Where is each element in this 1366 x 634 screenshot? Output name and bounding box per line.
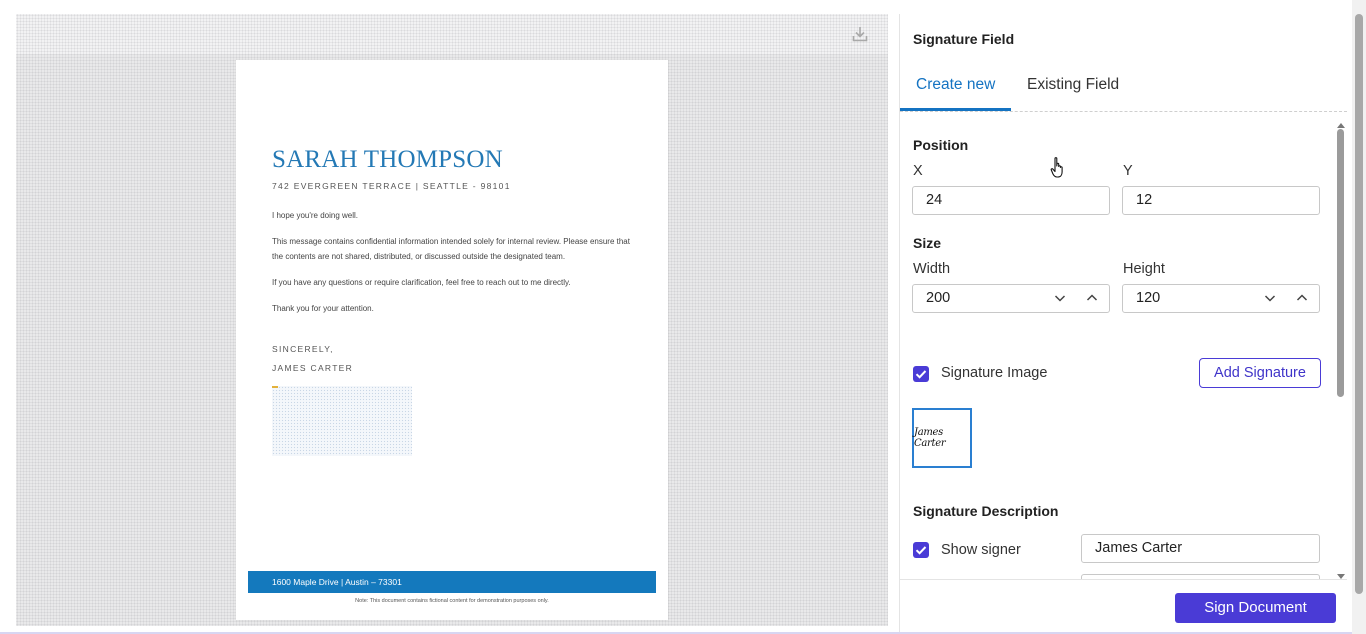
width-stepper: 200 <box>912 284 1110 313</box>
signer-name-input[interactable]: James Carter <box>1081 534 1320 563</box>
panel-scrollbar[interactable] <box>1334 114 1348 580</box>
show-signer-checkbox[interactable] <box>913 542 929 558</box>
document-paragraph: I hope you're doing well. <box>272 211 359 220</box>
position-section-label: Position <box>913 137 969 153</box>
size-section-label: Size <box>913 235 942 251</box>
document-paragraph: Thank you for your attention. <box>272 304 374 313</box>
height-stepper: 120 <box>1122 284 1320 313</box>
panel-title: Signature Field <box>913 31 1015 47</box>
document-signer-name: JAMES CARTER <box>272 363 354 373</box>
height-decrement-chevron-down-icon[interactable] <box>1263 291 1277 305</box>
height-increment-chevron-up-icon[interactable] <box>1295 291 1309 305</box>
width-label: Width <box>913 261 951 277</box>
panel-scroll-area: Position X 24 Y 12 Size Width 200 Height… <box>900 113 1347 579</box>
scroll-up-arrow-icon[interactable] <box>1336 116 1346 128</box>
width-increment-chevron-up-icon[interactable] <box>1085 291 1099 305</box>
document-closing: SINCERELY, <box>272 344 334 354</box>
page-scroll-thumb[interactable] <box>1355 14 1363 594</box>
add-signature-button[interactable]: Add Signature <box>1199 358 1321 388</box>
tab-existing-field[interactable]: Existing Field <box>1027 76 1119 112</box>
viewer-toolbar <box>16 14 888 54</box>
document-address: 742 EVERGREEN TERRACE | SEATTLE - 98101 <box>272 181 511 191</box>
panel-footer: Sign Document <box>900 579 1347 634</box>
tab-bar: Create new Existing Field <box>900 66 1347 178</box>
download-icon[interactable] <box>850 24 870 44</box>
signature-thumbnail-text: James Carter <box>914 427 946 449</box>
signature-image-label: Signature Image <box>941 365 1048 381</box>
y-label: Y <box>1123 163 1133 179</box>
signature-image-checkbox[interactable] <box>913 366 929 382</box>
height-label: Height <box>1123 261 1165 277</box>
active-tab-indicator <box>900 108 1011 111</box>
tab-create-new[interactable]: Create new <box>916 76 995 112</box>
checkmark-icon <box>915 546 927 555</box>
document-footer-bar: 1600 Maple Drive | Austin – 73301 <box>248 571 656 593</box>
width-decrement-chevron-down-icon[interactable] <box>1053 291 1067 305</box>
checkmark-icon <box>915 370 927 379</box>
page-scrollbar[interactable] <box>1352 0 1366 634</box>
x-label: X <box>913 163 923 179</box>
signature-field-marker <box>272 386 278 388</box>
signature-field-placeholder[interactable] <box>272 386 412 456</box>
width-input[interactable]: 200 <box>912 284 1110 313</box>
x-input[interactable]: 24 <box>912 186 1110 215</box>
document-page: SARAH THOMPSON 742 EVERGREEN TERRACE | S… <box>236 60 668 620</box>
scroll-down-arrow-icon[interactable] <box>1336 568 1346 579</box>
document-viewer: SARAH THOMPSON 742 EVERGREEN TERRACE | S… <box>16 14 888 626</box>
height-input[interactable]: 120 <box>1122 284 1320 313</box>
signature-description-label: Signature Description <box>913 503 1059 519</box>
sign-document-button[interactable]: Sign Document <box>1175 593 1336 623</box>
show-signer-label: Show signer <box>941 542 1021 558</box>
document-paragraph: This message contains confidential infor… <box>272 237 630 261</box>
document-footer-note: Note: This document contains fictional c… <box>355 598 549 604</box>
y-input[interactable]: 12 <box>1122 186 1320 215</box>
signature-field-panel: Signature Field Create new Existing Fiel… <box>899 14 1350 634</box>
document-paragraph: If you have any questions or require cla… <box>272 278 571 287</box>
signature-thumbnail[interactable]: James Carter <box>912 408 972 468</box>
document-heading-name: SARAH THOMPSON <box>272 146 503 173</box>
panel-scroll-thumb[interactable] <box>1337 129 1344 397</box>
